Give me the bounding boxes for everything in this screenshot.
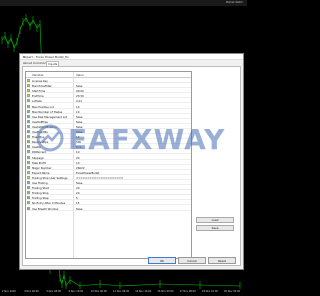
param-value[interactable]: false — [76, 207, 82, 211]
number-param-icon — [27, 160, 30, 164]
save-button[interactable]: Save — [196, 225, 234, 231]
time-axis-label: 4 Nov 00:00 — [24, 290, 39, 293]
boolean-param-icon — [27, 124, 30, 128]
number-param-icon — [27, 191, 30, 195]
column-header-value[interactable]: Value — [76, 73, 84, 77]
time-axis-label: 16 Nov 00:00 — [157, 290, 174, 293]
text-param-icon — [27, 170, 30, 174]
number-param-icon — [27, 196, 30, 200]
text-param-icon — [27, 94, 30, 98]
inputs-panel: Variable Value License Key MainTimeFilter… — [22, 66, 241, 266]
number-param-icon — [27, 150, 30, 154]
number-param-icon — [27, 140, 30, 144]
time-axis-label: 5 Nov 08:00 — [46, 290, 61, 293]
text-param-icon — [27, 89, 30, 93]
ok-button[interactable]: OK — [148, 257, 176, 264]
time-axis-label: 17 Nov 08:00 — [179, 290, 196, 293]
column-header-variable[interactable]: Variable — [32, 73, 43, 77]
number-param-icon — [27, 99, 30, 103]
number-param-icon — [27, 109, 30, 113]
number-param-icon — [27, 155, 30, 159]
time-axis-label: 10 Nov 00:00 — [90, 290, 107, 293]
dialog-title-bar: Expert - Forex Power Bullet_fix × — [20, 54, 243, 60]
time-axis-label: 6 Nov 16:00 — [68, 290, 84, 293]
table-row[interactable]: Use Breath Window false — [26, 206, 191, 211]
text-param-icon — [27, 79, 30, 82]
text-param-icon — [27, 84, 30, 88]
cancel-button[interactable]: Cancel — [178, 257, 206, 264]
time-axis-label: 18 Nov 16:00 — [201, 290, 218, 293]
number-param-icon — [27, 201, 30, 205]
market-watch-label[interactable]: Market Watch — [226, 1, 243, 4]
time-axis: 2 Nov 2020 4 Nov 00:00 5 Nov 08:00 6 Nov 16… — [0, 289, 247, 296]
boolean-param-icon — [27, 181, 30, 184]
text-param-icon — [27, 175, 30, 179]
param-name: Use Breath Window — [32, 206, 59, 211]
inputs-table: Variable Value License Key MainTimeFilter… — [25, 71, 192, 259]
number-param-icon — [27, 135, 30, 139]
boolean-param-icon — [27, 119, 30, 123]
boolean-param-icon — [27, 206, 30, 210]
reset-button[interactable]: Reset — [208, 257, 236, 264]
time-axis-label: 20 Nov 00:00 — [224, 290, 241, 293]
time-axis-label: 2 Nov 2020 — [2, 290, 16, 293]
boolean-param-icon — [27, 114, 30, 118]
load-button[interactable]: Load — [196, 217, 234, 223]
time-axis-label: 11 Nov 08:00 — [113, 290, 130, 293]
boolean-param-icon — [27, 145, 30, 149]
terminal-top-bar: Market Watch — [0, 0, 247, 6]
number-param-icon — [27, 186, 30, 190]
boolean-param-icon — [27, 130, 30, 133]
time-axis-label: 12 Nov 16:00 — [135, 290, 152, 293]
number-param-icon — [27, 165, 30, 169]
number-param-icon — [27, 104, 30, 108]
close-icon[interactable]: × — [23, 55, 241, 59]
expert-properties-dialog: Expert - Forex Power Bullet_fix × About … — [19, 53, 244, 270]
